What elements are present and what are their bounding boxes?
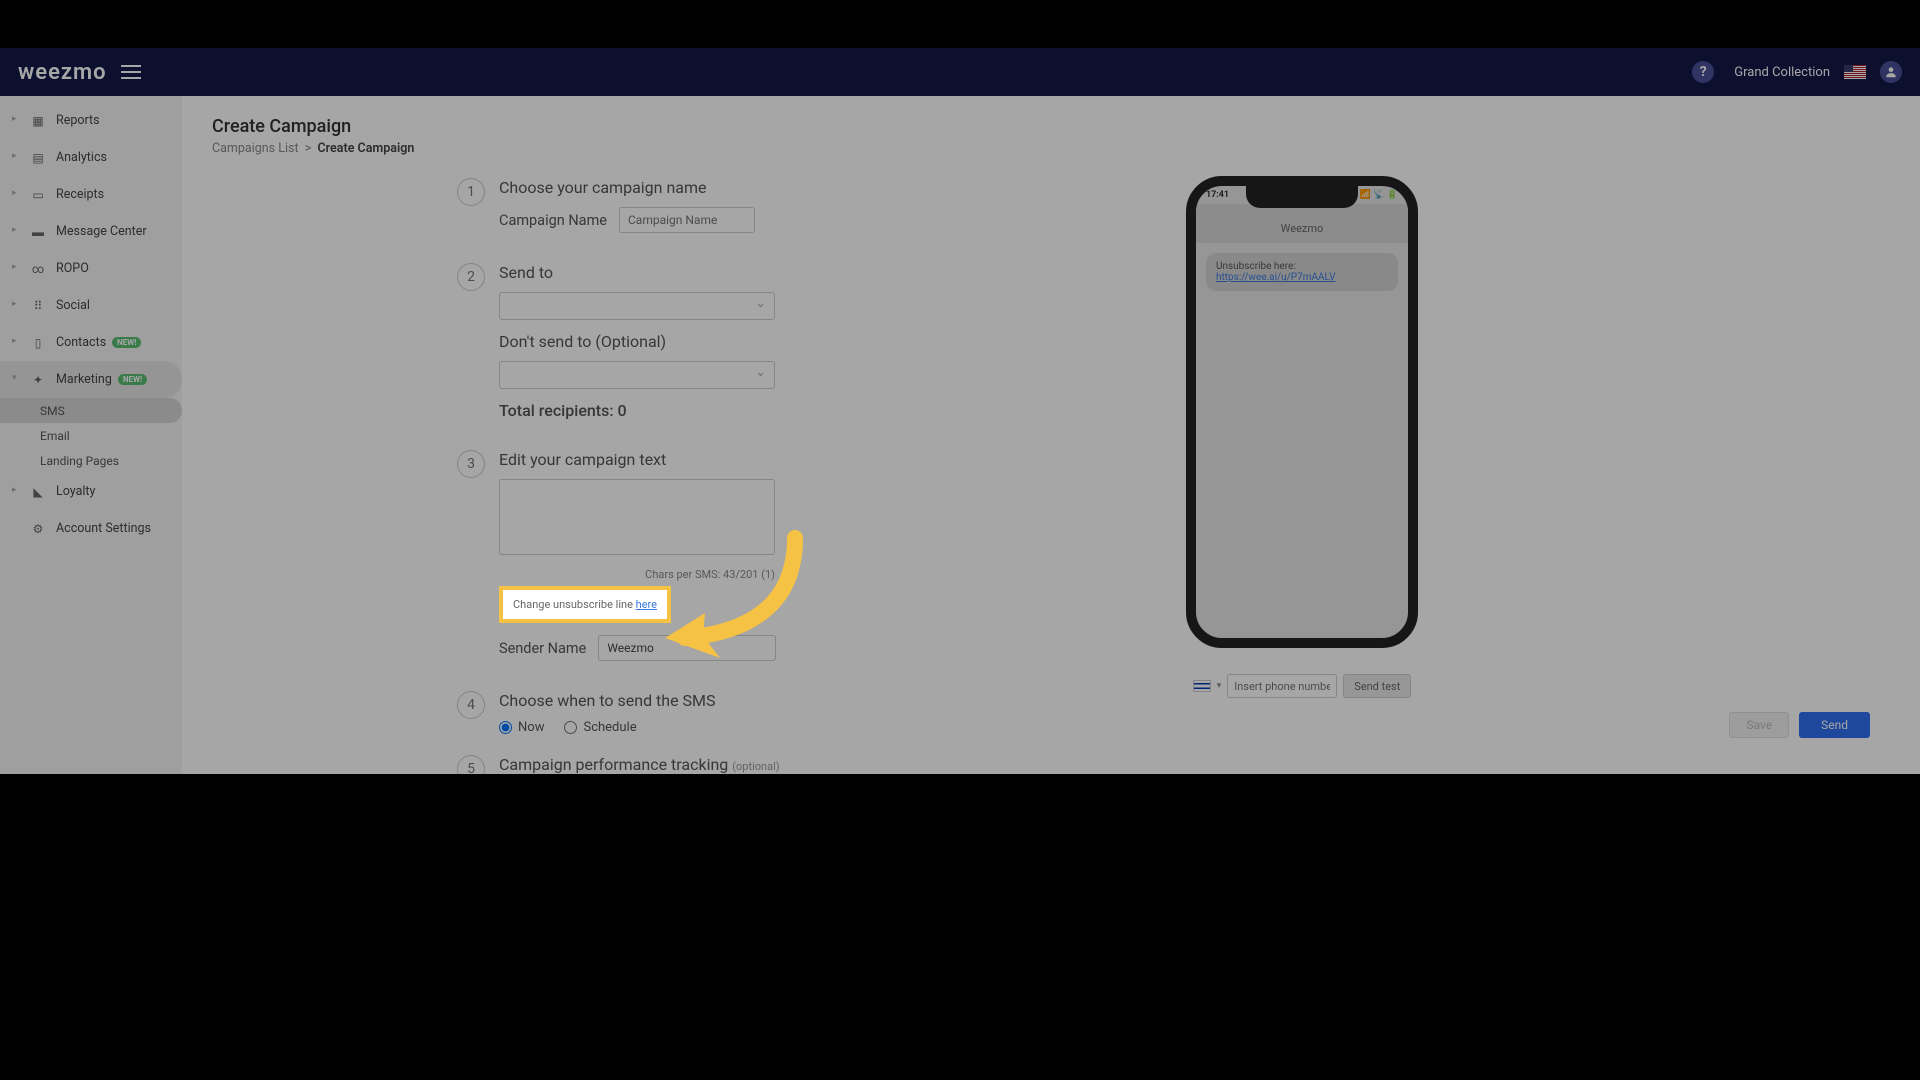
phone-preview: 17:41 📶 📡 🔋 Weezmo Unsubscribe here: htt…	[1022, 116, 1582, 754]
user-avatar-icon[interactable]	[1880, 61, 1902, 83]
tenant-name: Grand Collection	[1734, 65, 1830, 80]
main-panel: Create Campaign Campaigns List > Create …	[182, 96, 1920, 774]
unsubscribe-hint: Change unsubscribe line here	[499, 586, 671, 623]
brand-logo: weezmo	[18, 60, 107, 85]
unsubscribe-here-link[interactable]: here	[636, 598, 657, 611]
sidebar-subitem-landing-pages[interactable]: Landing Pages	[0, 448, 182, 473]
step-1: 1 Choose your campaign name Campaign Nam…	[212, 178, 1022, 243]
step-number: 4	[457, 691, 485, 719]
breadcrumb-root[interactable]: Campaigns List	[212, 141, 299, 156]
step-4: 4 Choose when to send the SMS Now Schedu…	[212, 691, 1022, 735]
phone-time: 17:41	[1206, 190, 1229, 200]
topbar: weezmo ? Grand Collection	[0, 48, 1920, 96]
step-3: 3 Edit your campaign text Chars per SMS:…	[212, 450, 1022, 671]
step-title: Campaign performance tracking (optional)	[499, 755, 1022, 774]
radio-schedule[interactable]: Schedule	[564, 720, 636, 735]
grid-icon: ▦	[30, 114, 46, 128]
radio-now[interactable]: Now	[499, 720, 544, 735]
sidebar-item-message-center[interactable]: ▬Message Center	[0, 213, 182, 250]
flag-il-icon[interactable]	[1193, 680, 1211, 692]
sidebar-item-reports[interactable]: ▦Reports	[0, 102, 182, 139]
sidebar-item-marketing[interactable]: ✦MarketingNEW!	[0, 361, 182, 398]
receipt-icon: ▭	[30, 188, 46, 202]
sms-bubble: Unsubscribe here: https://wee.ai/u/P7mAA…	[1206, 253, 1398, 291]
help-icon[interactable]: ?	[1692, 61, 1714, 83]
sidebar-item-social[interactable]: ⠿Social	[0, 287, 182, 324]
dont-send-to-select[interactable]	[499, 361, 775, 389]
sidebar-subitem-sms[interactable]: SMS	[0, 398, 182, 423]
new-badge: NEW!	[112, 337, 141, 348]
save-button[interactable]: Save	[1729, 712, 1789, 738]
flag-us-icon[interactable]	[1844, 65, 1866, 79]
chars-counter: Chars per SMS: 43/201 (1)	[645, 568, 775, 581]
campaign-text-textarea[interactable]	[499, 479, 775, 555]
dont-send-label: Don't send to (Optional)	[499, 332, 1022, 351]
phone-status-icons: 📶 📡 🔋	[1360, 190, 1398, 200]
sidebar: ▦Reports ▤Analytics ▭Receipts ▬Message C…	[0, 96, 182, 774]
campaign-name-input[interactable]	[619, 207, 755, 233]
breadcrumb-current: Create Campaign	[318, 141, 415, 156]
phone-notch	[1246, 186, 1358, 208]
sms-unsub-link: https://wee.ai/u/P7mAALV	[1216, 272, 1335, 283]
total-recipients: Total recipients: 0	[499, 401, 1022, 420]
people-icon: ⠿	[30, 299, 46, 313]
send-to-select[interactable]	[499, 292, 775, 320]
step-number: 3	[457, 450, 485, 478]
megaphone-icon: ✦	[30, 373, 46, 387]
phone-contact-name: Weezmo	[1196, 204, 1408, 243]
contacts-icon: ▯	[30, 336, 46, 350]
test-phone-input[interactable]	[1227, 674, 1337, 698]
chat-icon: ▬	[30, 225, 46, 239]
sender-name-input[interactable]	[598, 635, 776, 661]
bottom-actions: Save Send	[1729, 712, 1870, 738]
sender-name-label: Sender Name	[499, 640, 586, 657]
chart-icon: ▤	[30, 151, 46, 165]
gear-icon: ⚙	[30, 522, 46, 536]
sidebar-item-receipts[interactable]: ▭Receipts	[0, 176, 182, 213]
send-button[interactable]: Send	[1799, 712, 1870, 738]
send-test-button[interactable]: Send test	[1343, 674, 1411, 698]
step-2: 2 Send to Don't send to (Optional) Total…	[212, 263, 1022, 430]
sidebar-item-loyalty[interactable]: ◣Loyalty	[0, 473, 182, 510]
new-badge: NEW!	[118, 374, 147, 385]
tag-icon: ◣	[30, 485, 46, 499]
step-title: Edit your campaign text	[499, 450, 1022, 469]
step-title: Choose when to send the SMS	[499, 691, 1022, 710]
sidebar-item-contacts[interactable]: ▯ContactsNEW!	[0, 324, 182, 361]
step-number: 1	[457, 178, 485, 206]
page-title: Create Campaign	[212, 116, 1022, 137]
breadcrumb: Campaigns List > Create Campaign	[212, 141, 1022, 156]
campaign-name-label: Campaign Name	[499, 212, 607, 229]
app-window: weezmo ? Grand Collection ▦Reports ▤Anal…	[0, 48, 1920, 774]
sidebar-item-ropo[interactable]: ∞ROPO	[0, 250, 182, 287]
step-title: Choose your campaign name	[499, 178, 1022, 197]
step-number: 2	[457, 263, 485, 291]
sidebar-item-analytics[interactable]: ▤Analytics	[0, 139, 182, 176]
menu-toggle-icon[interactable]	[121, 65, 141, 79]
sidebar-subitem-email[interactable]: Email	[0, 423, 182, 448]
sidebar-item-account-settings[interactable]: ⚙Account Settings	[0, 510, 182, 547]
phone-frame: 17:41 📶 📡 🔋 Weezmo Unsubscribe here: htt…	[1186, 176, 1418, 648]
infinity-icon: ∞	[30, 262, 46, 276]
step-title: Send to	[499, 263, 1022, 282]
